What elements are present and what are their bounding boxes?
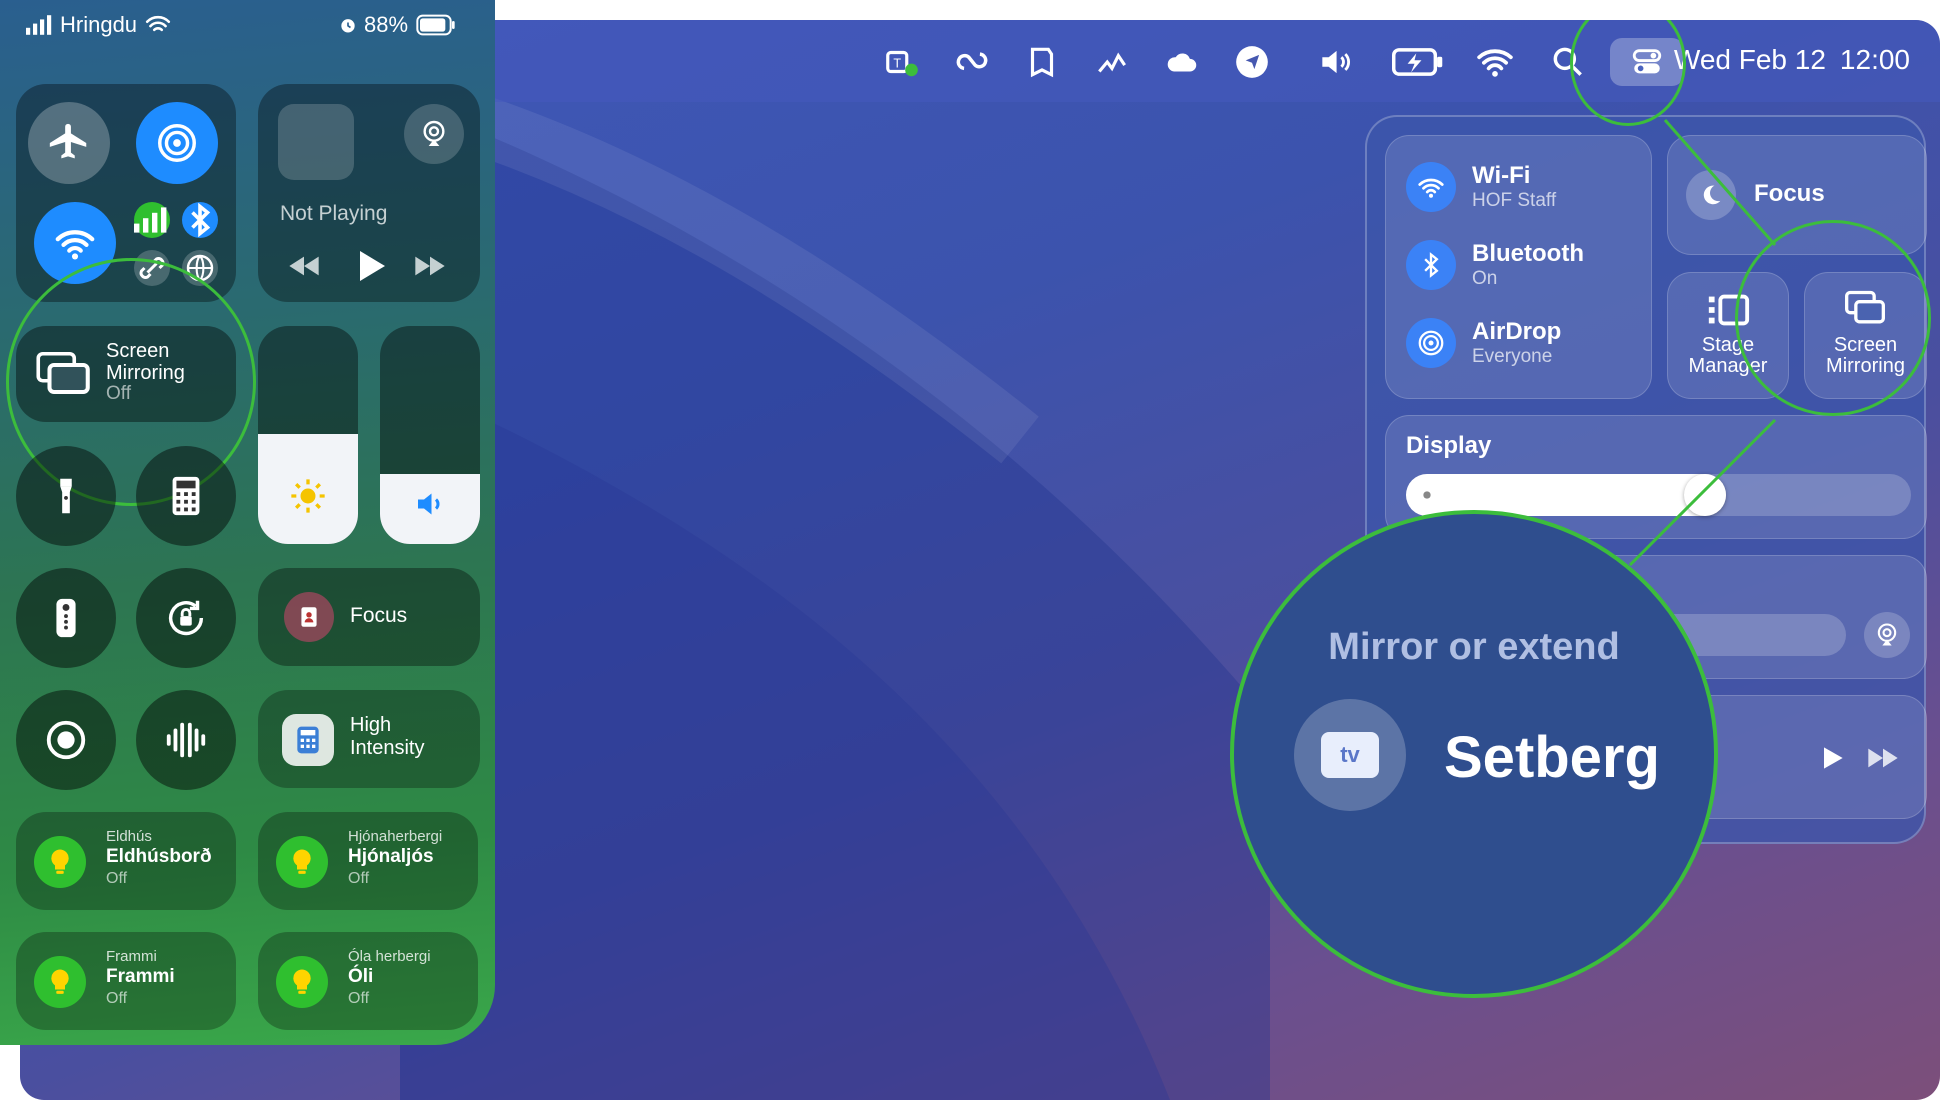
lightbulb-icon [34, 956, 86, 1008]
calculator-button[interactable] [136, 446, 236, 546]
apple-tv-remote-button[interactable] [16, 568, 116, 668]
screen-mirroring-line2: Mirroring [106, 362, 185, 384]
status-bar-right: 88% [338, 12, 456, 38]
link-icon [139, 257, 165, 279]
speaker-icon [418, 493, 440, 515]
home-accessory-tile[interactable]: Frammi Frammi Off [16, 932, 236, 1030]
screen-recording-button[interactable] [16, 690, 116, 790]
wifi-icon [55, 230, 95, 260]
high-intensity-tile[interactable]: High Intensity [258, 690, 480, 788]
screen-mirroring-state: Off [106, 383, 131, 404]
apple-tv-device-icon[interactable]: tv [1294, 699, 1406, 811]
personal-hotspot-toggle[interactable] [134, 250, 170, 286]
home-room: Eldhús [106, 828, 152, 845]
mirror-or-extend-heading: Mirror or extend [1328, 626, 1620, 668]
lightbulb-icon [276, 836, 328, 888]
rotation-lock-icon [168, 600, 204, 636]
home-accessory-state: Off [106, 989, 128, 1007]
lightbulb-icon [34, 836, 86, 888]
home-accessory-name: Hjónaljós [348, 846, 434, 867]
home-accessory-state: Off [348, 989, 370, 1007]
album-art-placeholder [278, 104, 354, 180]
volume-slider[interactable] [380, 326, 480, 544]
airdrop-icon [158, 124, 196, 162]
home-room: Óla herbergi [348, 948, 431, 965]
apple-tv-badge-text: tv [1340, 742, 1360, 767]
globe-icon [186, 254, 214, 282]
rewind-icon[interactable] [284, 250, 324, 282]
home-accessory-name: Frammi [106, 966, 175, 987]
home-accessory-tile[interactable]: Hjónaherbergi Hjónaljós Off [258, 812, 478, 910]
rotation-lock-button[interactable] [136, 568, 236, 668]
calculator-icon [172, 476, 200, 516]
bluetooth-toggle[interactable] [182, 202, 218, 238]
bluetooth-icon [191, 202, 211, 238]
cellular-toggle[interactable] [134, 202, 170, 238]
record-icon [46, 720, 86, 760]
focus-tile[interactable]: Focus [258, 568, 480, 666]
battery-percent: 88% [364, 12, 409, 37]
flashlight-icon [60, 478, 72, 514]
sound-recognition-button[interactable] [136, 690, 236, 790]
airplane-icon [49, 123, 87, 159]
wifi-toggle[interactable] [34, 202, 116, 284]
home-accessory-state: Off [106, 869, 128, 887]
calculator-grid-icon [282, 714, 334, 766]
home-room: Hjónaherbergi [348, 828, 443, 845]
remote-icon [56, 598, 76, 638]
home-room: Frammi [106, 948, 157, 965]
not-playing-label: Not Playing [280, 202, 388, 225]
apple-tv-badge: tv [1321, 732, 1379, 778]
waveform-icon [166, 722, 206, 758]
wifi-status-icon [145, 15, 171, 32]
airdrop-toggle[interactable] [136, 102, 218, 184]
now-playing-tile: Not Playing [258, 84, 480, 302]
focus-label: Focus [350, 604, 408, 627]
zoom-callout: Mirror or extend tv Setberg [1230, 510, 1718, 998]
iphone-control-center: Hringdu 88% Not Playing Screen Mirroring… [0, 0, 495, 1045]
cellular-signal-icon [26, 15, 52, 35]
carrier-name: Hringdu [60, 12, 138, 37]
sun-icon [291, 479, 325, 513]
home-accessory-tile[interactable]: Eldhús Eldhúsborð Off [16, 812, 236, 910]
focus-person-icon [284, 592, 334, 642]
fast-forward-icon[interactable] [410, 250, 450, 282]
lightbulb-icon [276, 956, 328, 1008]
battery-icon [416, 14, 455, 36]
home-accessory-state: Off [348, 869, 370, 887]
alarm-icon [341, 19, 355, 33]
play-icon[interactable] [350, 246, 390, 286]
high-intensity-line2: Intensity [350, 737, 425, 759]
satellite-toggle[interactable] [182, 250, 218, 286]
airplay-icon[interactable] [404, 104, 464, 164]
home-accessory-name: Óli [348, 966, 374, 987]
screen-mirroring-tile[interactable]: Screen Mirroring Off [16, 326, 236, 422]
high-intensity-line1: High [350, 714, 392, 736]
brightness-slider[interactable] [258, 326, 358, 544]
home-accessory-tile[interactable]: Óla herbergi Óli Off [258, 932, 478, 1030]
cellular-icon [134, 207, 167, 233]
home-accessory-name: Eldhúsborð [106, 846, 212, 867]
screen-mirroring-icon [36, 351, 90, 395]
screen-mirroring-line1: Screen [106, 340, 170, 362]
status-bar-left: Hringdu [26, 12, 171, 38]
flashlight-button[interactable] [16, 446, 116, 546]
connectivity-tile [16, 84, 236, 302]
device-name-setberg[interactable]: Setberg [1444, 724, 1660, 791]
airplane-mode-toggle[interactable] [28, 102, 110, 184]
